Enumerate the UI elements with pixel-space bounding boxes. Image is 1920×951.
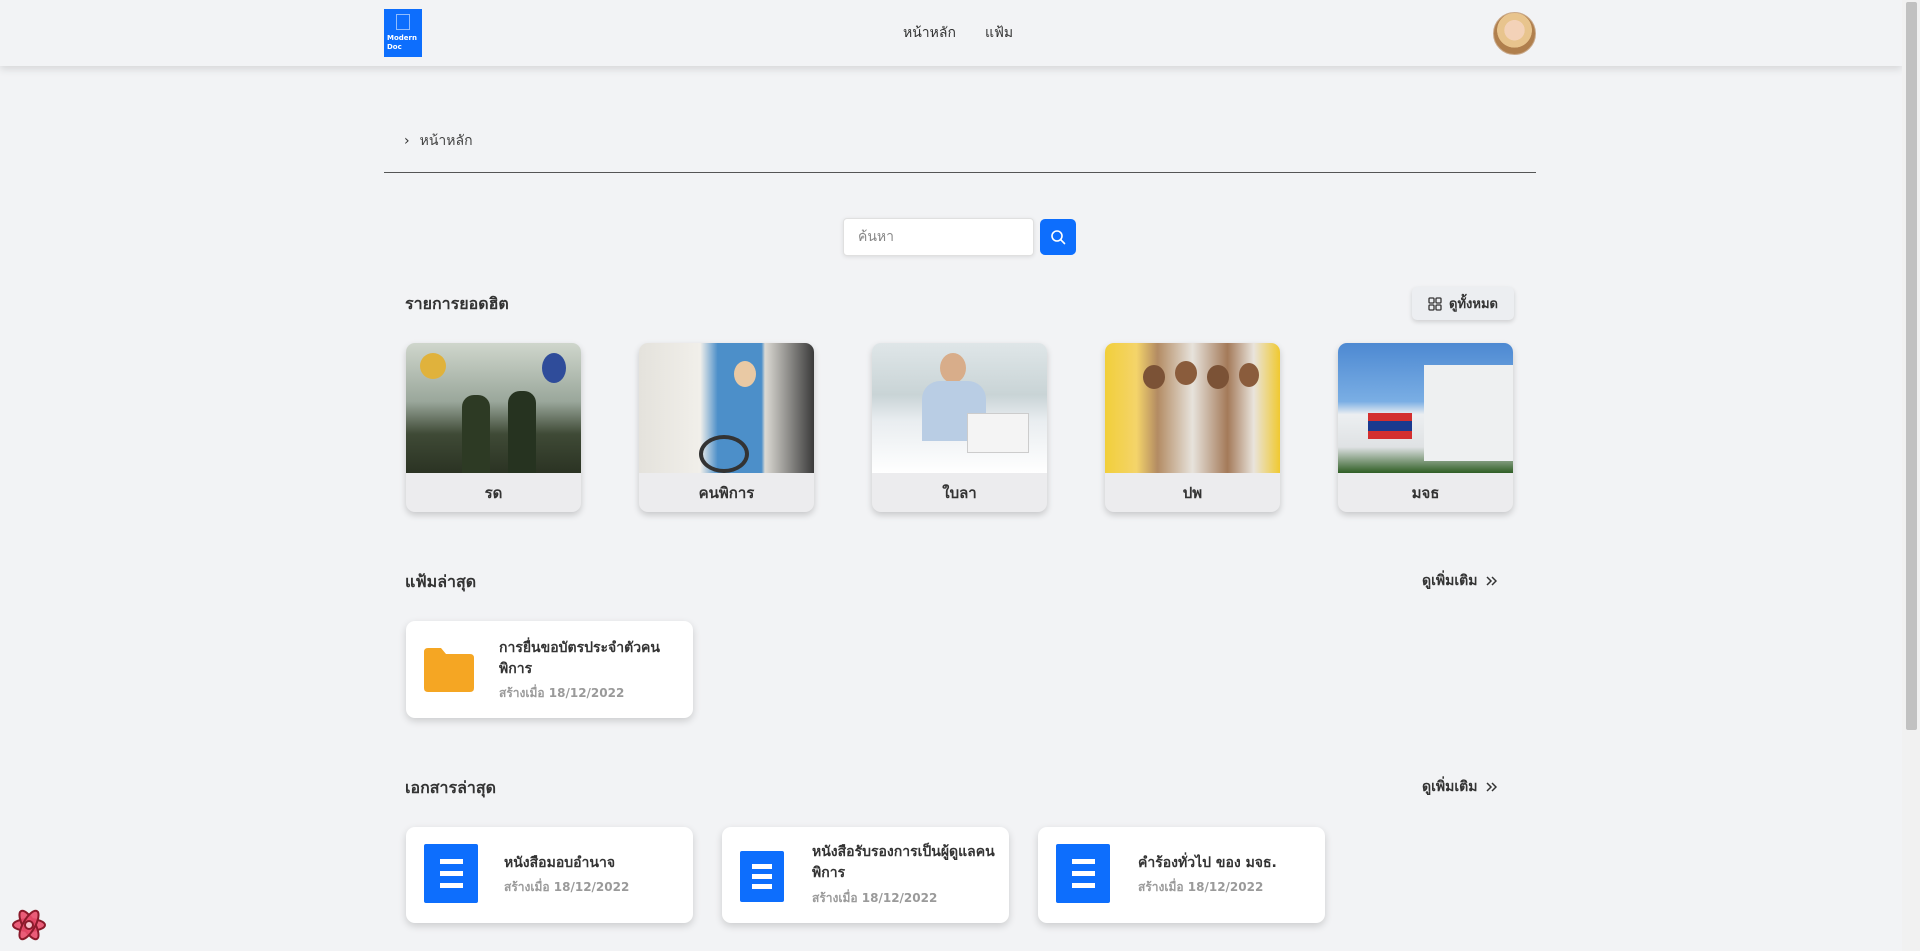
nav-link-folders[interactable]: แฟ้ม (985, 22, 1013, 44)
top-navbar: Modern Doc หน้าหลัก แฟ้ม (0, 0, 1902, 66)
breadcrumb-item-home[interactable]: หน้าหลัก (420, 130, 473, 152)
popular-section-title: รายการยอดฮิต (405, 294, 509, 313)
popular-card-label: มจธ (1411, 483, 1440, 502)
chevron-right-icon: › (404, 133, 410, 149)
view-all-button[interactable]: ดูทั้งหมด (1412, 287, 1514, 320)
popular-card-image (639, 343, 814, 473)
search-button[interactable] (1040, 219, 1076, 255)
search-icon (1051, 230, 1066, 245)
main-nav: หน้าหลัก แฟ้ม (903, 22, 1013, 44)
popular-card-kmutt[interactable]: มจธ (1338, 343, 1513, 512)
nav-link-home[interactable]: หน้าหลัก (903, 22, 956, 44)
folder-card[interactable]: การยื่นขอบัตรประจำตัวคนพิการ สร้างเมื่อ … (406, 621, 693, 718)
popular-card-label: ปพ (1182, 483, 1203, 502)
document-title: หนังสือมอบอำนาจ (504, 855, 616, 871)
popular-card-label: ใบลา (942, 483, 977, 502)
app-logo[interactable]: Modern Doc (384, 9, 422, 57)
logo-text-line2: Doc (387, 43, 402, 51)
user-avatar[interactable] (1493, 12, 1536, 55)
folder-icon (424, 648, 474, 692)
page-scrollbar[interactable] (1902, 0, 1920, 951)
popular-card-image (1105, 343, 1280, 473)
document-date: สร้างเมื่อ 18/12/2022 (504, 880, 630, 894)
logo-mark-icon (396, 14, 410, 30)
popular-card-label: รด (484, 483, 503, 502)
logo-text-line1: Modern (387, 34, 417, 42)
breadcrumb-divider (384, 172, 1536, 173)
document-title: คำร้องทั่วไป ของ มจธ. (1138, 855, 1277, 871)
popular-card-image (1338, 343, 1513, 473)
document-icon (424, 844, 478, 903)
document-icon (1056, 844, 1110, 903)
folder-title: การยื่นขอบัตรประจำตัวคนพิการ (499, 640, 660, 677)
double-chevron-right-icon (1486, 782, 1498, 792)
recent-folders-title: แฟ้มล่าสุด (405, 572, 477, 591)
view-all-label: ดูทั้งหมด (1449, 297, 1498, 312)
popular-card-image (406, 343, 581, 473)
double-chevron-right-icon (1486, 576, 1498, 586)
document-icon (740, 851, 784, 902)
popular-card-label: คนพิการ (698, 483, 755, 502)
document-date: สร้างเมื่อ 18/12/2022 (1138, 880, 1264, 894)
recent-documents-see-more[interactable]: ดูเพิ่มเติม (1422, 776, 1498, 798)
search-input[interactable] (843, 218, 1034, 256)
document-card[interactable]: หนังสือรับรองการเป็นผู้ดูแลคนพิการ สร้าง… (722, 827, 1009, 923)
popular-card-disabled[interactable]: คนพิการ (639, 343, 814, 512)
see-more-label: ดูเพิ่มเติม (1422, 779, 1478, 795)
document-title: หนังสือรับรองการเป็นผู้ดูแลคนพิการ (812, 844, 995, 881)
popular-card-rd[interactable]: รด (406, 343, 581, 512)
document-card[interactable]: หนังสือมอบอำนาจ สร้างเมื่อ 18/12/2022 (406, 827, 693, 923)
react-debug-icon[interactable] (10, 906, 48, 944)
scrollbar-thumb[interactable] (1906, 2, 1917, 730)
see-more-label: ดูเพิ่มเติม (1422, 573, 1478, 589)
breadcrumb: › หน้าหลัก (404, 130, 473, 152)
recent-documents-title: เอกสารล่าสุด (405, 778, 497, 797)
popular-card-por-por[interactable]: ปพ (1105, 343, 1280, 512)
popular-card-leave[interactable]: ใบลา (872, 343, 1047, 512)
document-date: สร้างเมื่อ 18/12/2022 (812, 891, 938, 905)
document-card[interactable]: คำร้องทั่วไป ของ มจธ. สร้างเมื่อ 18/12/2… (1038, 827, 1325, 923)
popular-card-image (872, 343, 1047, 473)
recent-folders-see-more[interactable]: ดูเพิ่มเติม (1422, 570, 1498, 592)
folder-date: สร้างเมื่อ 18/12/2022 (499, 686, 625, 700)
grid-icon (1428, 296, 1442, 311)
